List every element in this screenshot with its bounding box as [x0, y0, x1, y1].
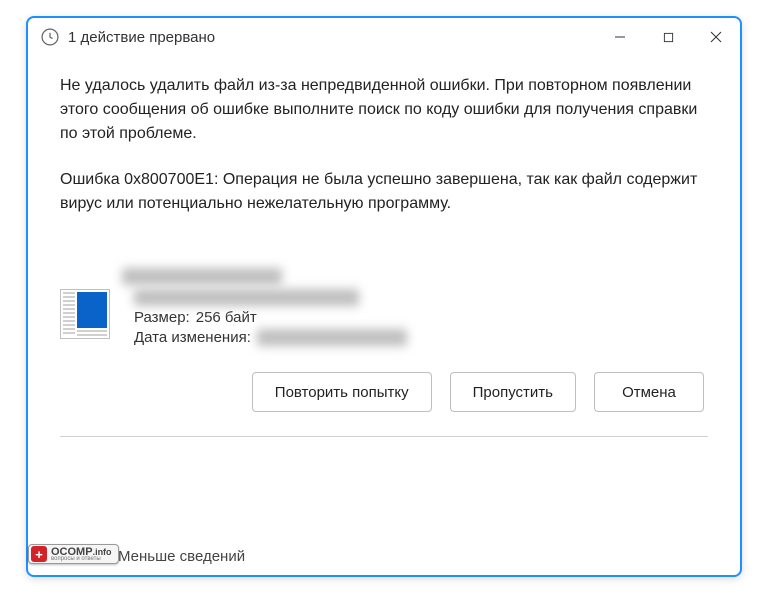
watermark-badge: + OCOMP.info вопросы и ответы — [28, 544, 119, 564]
dialog-title: 1 действие прервано — [68, 29, 596, 46]
button-row: Повторить попытку Пропустить Отмена — [60, 372, 708, 412]
less-details-label: Меньше сведений — [118, 548, 245, 565]
error-message: Не удалось удалить файл из-за непредвиде… — [60, 74, 708, 146]
file-size-value: 256 байт — [196, 309, 257, 326]
file-type-redacted — [134, 289, 359, 306]
file-size-label: Размер: — [134, 309, 190, 326]
file-date-redacted — [257, 329, 407, 346]
file-info-block: Размер: 256 байт Дата изменения: — [60, 268, 708, 346]
window-controls — [596, 19, 740, 55]
skip-button[interactable]: Пропустить — [450, 372, 576, 412]
file-type-icon — [60, 289, 110, 339]
plus-icon: + — [31, 546, 47, 562]
retry-button[interactable]: Повторить попытку — [252, 372, 432, 412]
file-size-row: Размер: 256 байт — [134, 309, 407, 326]
error-detail: Ошибка 0x800700E1: Операция не была успе… — [60, 168, 708, 216]
titlebar: 1 действие прервано — [28, 18, 740, 56]
minimize-button[interactable] — [596, 19, 644, 55]
error-dialog: 1 действие прервано Не удалось удалить ф… — [26, 16, 742, 577]
clock-icon — [40, 27, 60, 47]
divider — [60, 436, 708, 437]
file-date-label: Дата изменения: — [134, 329, 251, 346]
maximize-button[interactable] — [644, 19, 692, 55]
file-date-row: Дата изменения: — [134, 329, 407, 346]
close-button[interactable] — [692, 19, 740, 55]
details-toggle[interactable]: + OCOMP.info вопросы и ответы Меньше све… — [28, 538, 740, 575]
dialog-content: Не удалось удалить файл из-за непредвиде… — [28, 56, 740, 538]
file-name-redacted — [122, 268, 282, 285]
cancel-button[interactable]: Отмена — [594, 372, 704, 412]
